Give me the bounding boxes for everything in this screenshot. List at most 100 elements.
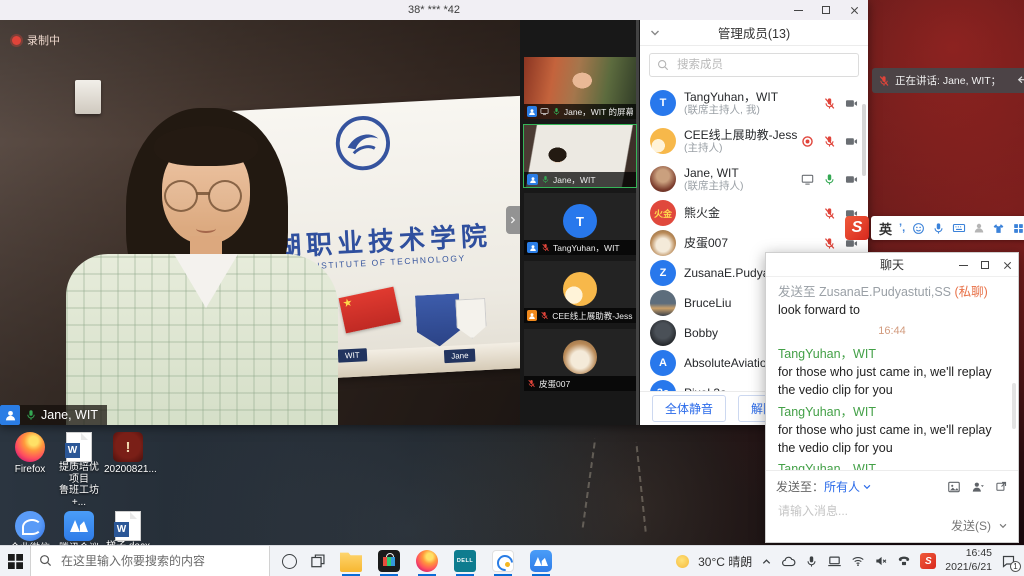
mic-on-icon[interactable] [823, 173, 836, 186]
member-row[interactable]: CEE线上展助教-Jessie(主持人) [640, 122, 868, 160]
presenter-glasses [208, 180, 242, 212]
toolbox-icon[interactable] [1012, 222, 1024, 235]
desktop-icon-firefox[interactable]: Firefox [6, 432, 54, 508]
member-row[interactable]: 火金熊火金 [640, 198, 868, 228]
maximize-button[interactable] [812, 0, 840, 20]
video-thumbnail[interactable]: Jane，WIT 的屏幕... [524, 57, 636, 119]
phone-meeting-icon[interactable] [897, 554, 911, 568]
video-thumbnail[interactable]: 皮蛋007 [524, 329, 636, 391]
cortana-button[interactable] [282, 554, 297, 569]
chat-sender-name: TangYuhan，WIT [778, 345, 1006, 363]
taskbar-search-input[interactable] [59, 553, 261, 569]
video-thumbnail[interactable]: CEE线上展助教-Jessie [524, 261, 636, 323]
taskbar-search-box[interactable] [30, 546, 270, 576]
camera-icon[interactable] [845, 135, 858, 148]
camera-icon[interactable] [845, 97, 858, 110]
record-indicator-icon [801, 135, 814, 148]
mic-muted-icon[interactable] [823, 207, 836, 220]
send-to-dropdown[interactable]: 所有人 [824, 478, 872, 495]
mic-on-icon [541, 175, 550, 184]
start-button[interactable] [0, 546, 30, 576]
tray-microphone-icon[interactable] [805, 555, 818, 568]
chevron-down-icon [998, 521, 1008, 531]
white-pennant [455, 298, 487, 340]
video-thumbnail[interactable]: TTangYuhan，WIT [524, 193, 636, 255]
task-view-button[interactable] [311, 554, 325, 568]
camera-icon[interactable] [845, 173, 858, 186]
member-search-input[interactable] [675, 58, 851, 72]
ime-mode-toggle[interactable]: 英 [879, 219, 892, 238]
battery-icon[interactable] [827, 554, 842, 569]
chevron-down-icon [862, 482, 872, 492]
voice-input-icon[interactable] [932, 222, 945, 235]
keyboard-icon[interactable] [952, 221, 966, 235]
minimize-icon [794, 10, 803, 11]
mention-member-icon[interactable] [971, 480, 985, 494]
chat-scrollbar[interactable] [1012, 383, 1016, 429]
collapse-panel-icon[interactable] [649, 27, 661, 39]
speaking-floating-bar[interactable]: 正在讲话: Jane, WIT； [872, 68, 1024, 93]
chat-maximize-button[interactable] [974, 253, 996, 277]
taskbar-app-microsoft-store[interactable] [376, 546, 402, 576]
sogou-tray-icon[interactable]: S [920, 553, 936, 569]
taskbar-app-tencent-meeting[interactable] [528, 546, 554, 576]
mute-all-button[interactable]: 全体静音 [652, 395, 726, 422]
onedrive-cloud-icon[interactable] [781, 554, 796, 569]
member-role: (联席主持人) [684, 180, 797, 193]
desktop-icon-grid: Firefox提质培优项目 鲁班工坊+...20200821...企业微信腾讯会… [6, 432, 158, 555]
wallpaper-chain-art [635, 442, 646, 532]
mic-muted-icon[interactable] [823, 135, 836, 148]
tray-weather[interactable]: 30°C 晴朗 [698, 553, 752, 570]
main-video[interactable]: 芜湖职业技术学院 WUHU INSTITUTE OF TECHNOLOGY ★ … [0, 20, 520, 425]
clipboard-icon[interactable] [973, 222, 985, 234]
desktop-icon-alarm[interactable]: 20200821... [104, 432, 152, 508]
send-button[interactable]: 发送(S) [951, 517, 1008, 534]
minimize-button[interactable] [784, 0, 812, 20]
weather-sun-icon[interactable] [676, 555, 689, 568]
ime-punctuation-toggle[interactable]: ’, [899, 223, 905, 234]
desktop-icon-word[interactable]: 提质培优项目 鲁班工坊+... [55, 432, 103, 508]
taskbar-app-firefox[interactable] [414, 546, 440, 576]
panel-expander[interactable] [506, 206, 520, 234]
chat-message-text: for those who just came in, we'll replay… [778, 363, 1006, 399]
speaking-text: 正在讲话: Jane, WIT； [895, 73, 1001, 88]
member-search-box[interactable] [649, 53, 859, 77]
taskbar-app-dell-app[interactable]: DELL [452, 546, 478, 576]
sogou-logo-icon[interactable]: S [845, 216, 869, 240]
mic-muted-icon[interactable] [823, 97, 836, 110]
member-name: CEE线上展助教-Jessie [684, 128, 797, 142]
taskbar-app-tencent-app[interactable] [490, 546, 516, 576]
close-button[interactable] [840, 0, 868, 20]
notification-center-button[interactable]: 1 [1001, 554, 1016, 569]
volume-muted-icon[interactable] [874, 554, 888, 568]
taskbar-app-file-explorer[interactable] [338, 546, 364, 576]
mic-muted-icon[interactable] [823, 237, 836, 250]
skin-icon[interactable] [992, 222, 1005, 235]
member-row[interactable]: TTangYuhan，WIT(联席主持人, 我) [640, 84, 868, 122]
send-to-label: 发送至： [776, 478, 824, 495]
return-to-meeting-icon[interactable] [1016, 74, 1024, 87]
wifi-icon[interactable] [851, 554, 865, 568]
show-hidden-icons-chevron[interactable] [761, 556, 772, 567]
wit-pennant [415, 293, 462, 347]
emoji-icon[interactable] [912, 222, 925, 235]
send-image-icon[interactable] [947, 480, 961, 494]
chat-close-button[interactable] [996, 253, 1018, 277]
mic-muted-icon[interactable] [878, 75, 890, 87]
institute-logo-icon [332, 113, 393, 174]
thumbnail-scrollbar[interactable] [636, 20, 639, 425]
send-button-label: 发送(S) [951, 517, 991, 534]
popout-chat-icon[interactable] [995, 480, 1008, 493]
member-list-scrollbar[interactable] [862, 104, 866, 176]
tray-clock[interactable]: 16:45 2021/6/21 [945, 547, 992, 574]
speaker-name: Jane, WIT [41, 408, 98, 422]
member-row[interactable]: Jane, WIT(联席主持人) [640, 160, 868, 198]
video-thumbnail[interactable]: Jane，WIT [524, 125, 636, 187]
desktop-icon-label: Firefox [6, 464, 54, 476]
chat-minimize-button[interactable] [952, 253, 974, 277]
maximize-icon [981, 261, 989, 269]
member-role: (联席主持人, 我) [684, 104, 819, 117]
recording-indicator: 录制中 [12, 32, 60, 48]
member-avatar: A [650, 350, 676, 376]
mic-muted-icon [540, 311, 549, 320]
